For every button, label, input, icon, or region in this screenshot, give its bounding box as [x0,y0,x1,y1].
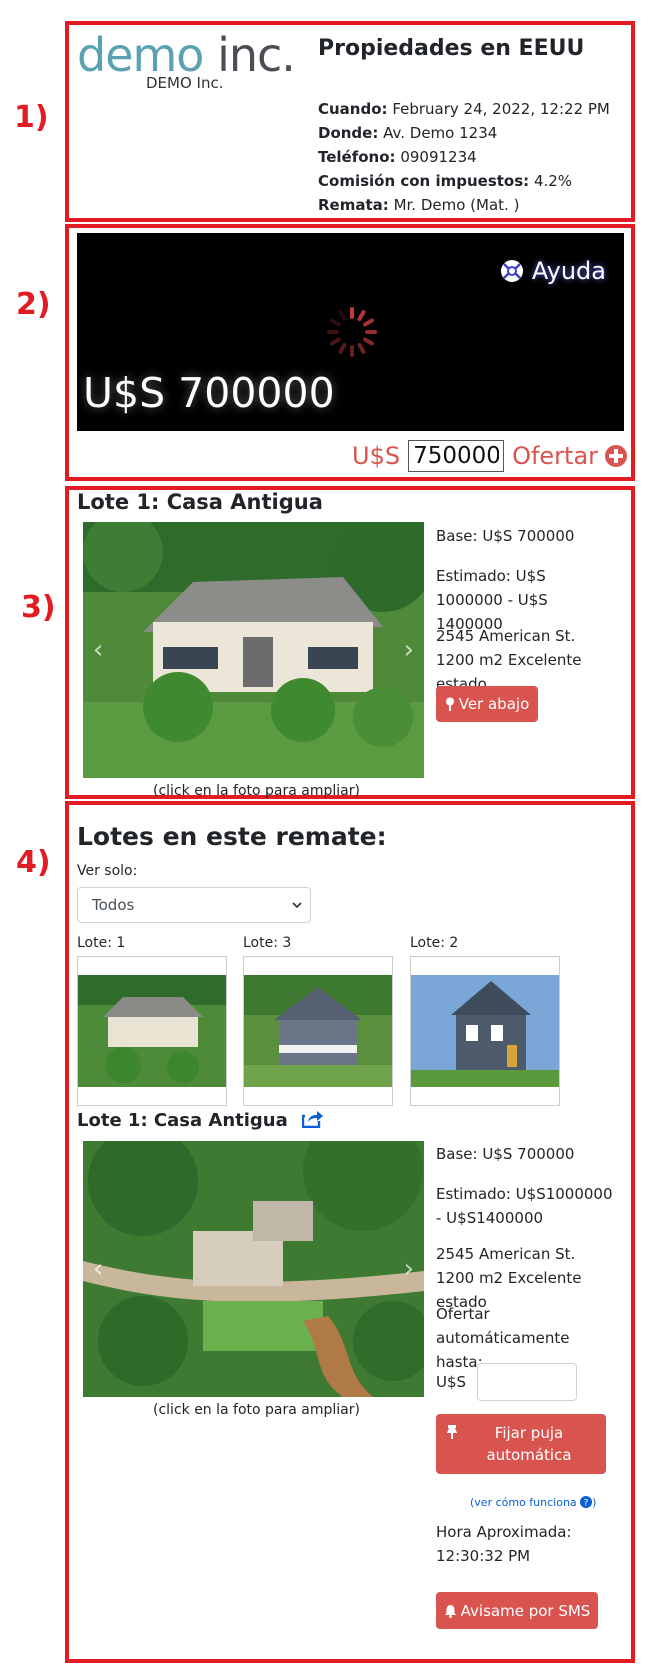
live-video-player[interactable]: Ayuda U$S 700000 [77,233,624,431]
lot-detail-estimated: Estimado: U$S1000000 - U$S1400000 [436,1185,613,1227]
bid-row: U$S Ofertar [352,440,628,472]
how-it-works-close-paren: ) [592,1496,597,1509]
house-photo-image [83,522,424,778]
view-below-button[interactable]: Ver abajo [436,686,538,722]
photo-next-chevron-icon[interactable]: › [404,635,414,665]
help-button[interactable]: Ayuda [500,257,606,285]
section-number-4: 4) [16,845,51,880]
fix-auto-bid-content: Fijar puja automática [446,1422,596,1466]
sms-alert-button[interactable]: Avisame por SMS [436,1592,598,1629]
lifebuoy-icon [500,260,523,282]
lots-heading: Lotes en este remate: [77,822,387,851]
bid-currency: U$S [352,442,401,470]
lot-thumbnail-3[interactable] [243,956,393,1106]
svg-text:?: ? [584,1499,589,1509]
question-circle-icon: ? [580,1496,593,1509]
bid-submit-link[interactable]: Ofertar [512,442,598,470]
share-icon[interactable] [301,1110,324,1129]
view-below-label: Ver abajo [458,695,530,713]
current-lot-photo[interactable]: ‹ › [83,522,424,778]
approx-time-label: Hora Aproximada: [436,1523,572,1541]
fix-auto-bid-button[interactable]: Fijar puja automática [436,1414,606,1474]
lot-1-thumbnail-image [78,975,226,1087]
page-title: Propiedades en EEUU [318,36,585,61]
aerial-house-photo-image [83,1141,424,1397]
photo-prev-chevron-icon[interactable]: ‹ [93,635,103,665]
detail-photo-prev-chevron-icon[interactable]: ‹ [93,1254,103,1284]
info-where: Donde: Av. Demo 1234 [318,124,498,142]
filter-label: Ver solo: [77,863,138,879]
auto-bid-currency: U$S [436,1373,467,1391]
chevron-down-icon [292,902,302,909]
current-lot-title: Lote 1: Casa Antigua [77,490,323,514]
lot-detail-base: Base: U$S 700000 [436,1145,575,1163]
thumb-label-lot-1: Lote: 1 [77,935,126,951]
info-phone: Teléfono: 09091234 [318,148,477,166]
logo-subtitle: DEMO Inc. [146,74,224,92]
lot-thumbnail-2[interactable] [410,956,560,1106]
bell-icon [444,1604,456,1618]
lot-3-thumbnail-image [244,975,392,1087]
sms-alert-label: Avisame por SMS [460,1601,591,1620]
lot-filter-select[interactable]: Todos [77,887,311,923]
current-lot-base: Base: U$S 700000 [436,527,575,545]
section-number-2: 2) [16,287,51,322]
lot-detail-title-text: Lote 1: Casa Antigua [77,1110,288,1131]
how-it-works-text: (ver cómo funciona [470,1496,577,1509]
section-number-1: 1) [14,100,49,135]
info-commission: Comisión con impuestos: 4.2% [318,172,573,190]
info-when: Cuando: February 24, 2022, 12:22 PM [318,100,610,118]
plus-circle-icon[interactable] [604,444,628,468]
lot-filter-selected: Todos [92,896,135,914]
detail-photo-next-chevron-icon[interactable]: › [404,1254,414,1284]
lot-thumbnail-1[interactable] [77,956,227,1106]
approx-time-value: 12:30:32 PM [436,1547,531,1565]
lot-detail-photo-caption: (click en la foto para ampliar) [153,1402,360,1418]
map-pin-icon [445,697,454,711]
fix-auto-bid-label: Fijar puja automática [486,1424,572,1464]
thumbtack-icon [447,1425,457,1439]
info-auctioneer: Remata: Mr. Demo (Mat. ) [318,196,520,214]
bid-amount-input[interactable] [408,440,505,472]
section-number-3: 3) [21,590,56,625]
current-price: U$S 700000 [83,369,335,417]
thumb-label-lot-3: Lote: 3 [243,935,292,951]
lot-detail-photo[interactable]: ‹ › [83,1141,424,1397]
loading-spinner-icon [327,307,377,357]
current-lot-photo-caption: (click en la foto para ampliar) [153,783,360,799]
auto-bid-input[interactable] [477,1363,577,1401]
help-label: Ayuda [531,257,606,285]
thumb-label-lot-2: Lote: 2 [410,935,459,951]
logo-word-inc: inc. [217,28,296,82]
lot-2-thumbnail-image [411,975,559,1087]
how-it-works-link[interactable]: (ver cómo funciona ? ) [470,1496,596,1509]
lot-detail-title: Lote 1: Casa Antigua [77,1110,324,1131]
